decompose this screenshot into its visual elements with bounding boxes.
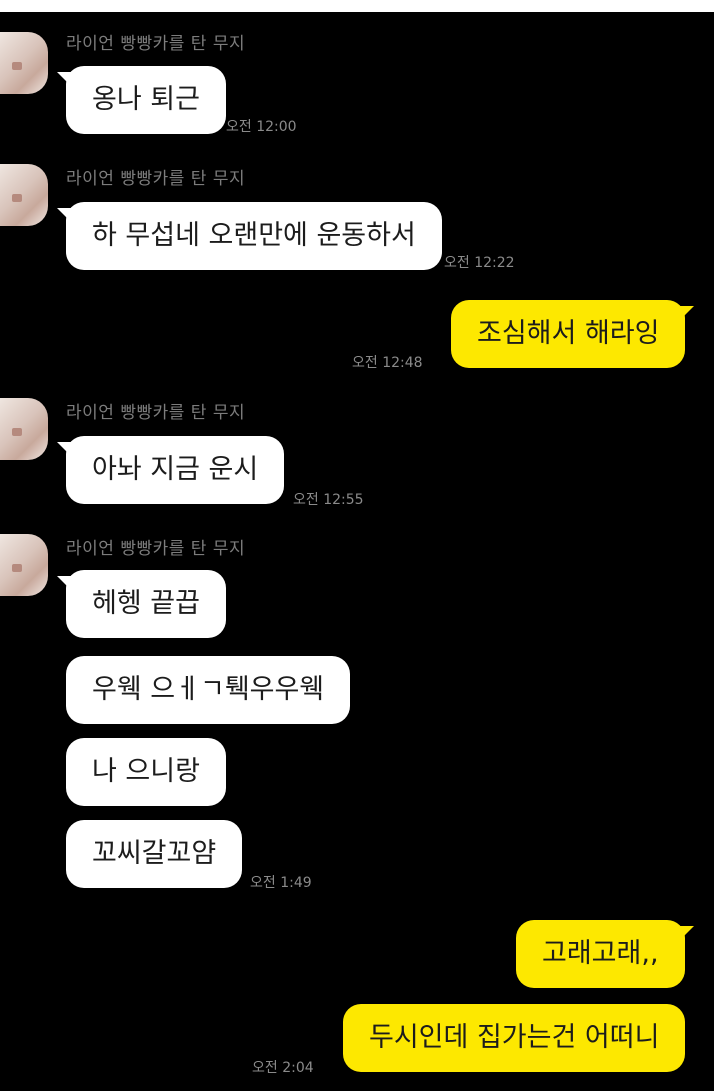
avatar[interactable] bbox=[0, 534, 48, 596]
chat-area[interactable]: 라이언 빵빵카를 탄 무지 옹나 퇴근 오전 12:00 라이언 빵빵카를 탄 … bbox=[0, 12, 714, 1091]
avatar[interactable] bbox=[0, 398, 48, 460]
sender-name: 라이언 빵빵카를 탄 무지 bbox=[66, 403, 246, 423]
message-time: 오전 12:00 bbox=[226, 119, 297, 135]
message-bubble[interactable]: 조심해서 해라잉 bbox=[451, 300, 695, 368]
message-time: 오전 12:48 bbox=[352, 355, 423, 371]
sender-name: 라이언 빵빵카를 탄 무지 bbox=[66, 34, 246, 54]
message-bubble[interactable]: 우웩 으ㅔㄱ퉥우우웩 bbox=[66, 656, 351, 724]
sender-name: 라이언 빵빵카를 탄 무지 bbox=[66, 169, 246, 189]
message-bubble[interactable]: 두시인데 집가는건 어떠니 bbox=[343, 1004, 686, 1072]
message-bubble[interactable]: 헤헹 끝끕 bbox=[57, 570, 226, 638]
status-bar-strip bbox=[0, 0, 714, 12]
message-bubble[interactable]: 아놔 지금 운시 bbox=[56, 436, 285, 504]
message-bubble[interactable]: 나 으니랑 bbox=[66, 738, 226, 806]
message-time: 오전 1:49 bbox=[250, 875, 312, 891]
sender-name: 라이언 빵빵카를 탄 무지 bbox=[66, 539, 246, 559]
avatar[interactable] bbox=[0, 164, 48, 226]
message-time: 오전 12:55 bbox=[293, 492, 364, 508]
avatar[interactable] bbox=[0, 32, 48, 94]
message-bubble[interactable]: 옹나 퇴근 bbox=[57, 66, 226, 134]
message-bubble[interactable]: 고래고래,, bbox=[516, 920, 694, 988]
message-bubble[interactable]: 꼬씨갈꼬얌 bbox=[66, 820, 243, 888]
message-bubble[interactable]: 하 무섭네 오랜만에 운동하서 bbox=[57, 202, 442, 270]
message-time: 오전 12:22 bbox=[444, 255, 515, 271]
message-time: 오전 2:04 bbox=[252, 1060, 314, 1076]
